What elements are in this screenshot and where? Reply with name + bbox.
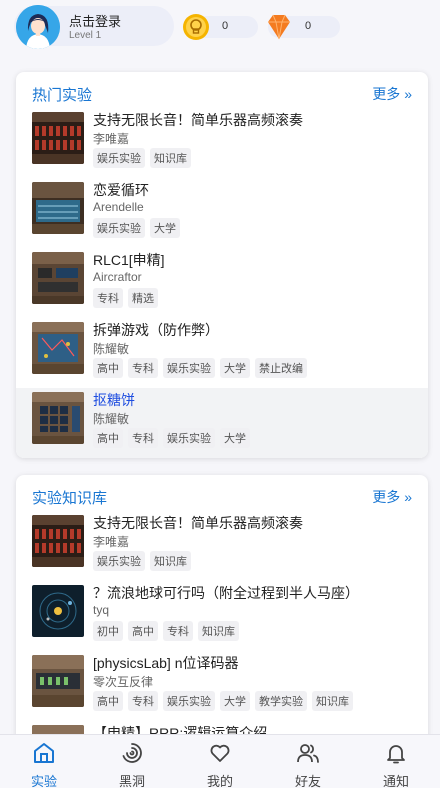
tag[interactable]: 专科 <box>128 691 158 711</box>
experiment-author: 李唯嘉 <box>93 132 130 146</box>
home-icon <box>34 743 54 763</box>
experiment-thumbnail <box>32 182 84 234</box>
section-title: 热门实验 <box>32 87 93 104</box>
experiment-thumbnail <box>32 322 84 374</box>
more-link[interactable]: 更多 » <box>372 487 412 507</box>
list-item[interactable]: [physicsLab] n位译码器 零次互反律 高中 专科 娱乐实验 大学 教… <box>16 651 428 721</box>
experiment-thumbnail <box>32 112 84 164</box>
experiment-thumbnail <box>32 392 84 444</box>
experiment-author: 陈耀敏 <box>93 342 130 356</box>
section-title: 实验知识库 <box>32 490 108 507</box>
tag[interactable]: 娱乐实验 <box>93 551 145 571</box>
experiment-thumbnail <box>32 252 84 304</box>
tag-list: 娱乐实验 大学 <box>93 218 180 238</box>
list-item[interactable]: 支持无限长音！简单乐器高频滚奏 李唯嘉 娱乐实验 知识库 <box>16 511 428 581</box>
nav-label: 我的 <box>206 774 233 788</box>
tag[interactable]: 娱乐实验 <box>163 428 215 448</box>
tag[interactable]: 知识库 <box>150 551 191 571</box>
heart-icon <box>210 744 230 762</box>
experiment-title: 抠糖饼 <box>93 392 135 408</box>
coin-count: 0 <box>222 20 229 32</box>
experiment-thumbnail <box>32 655 84 707</box>
experiment-title: ？流浪地球可行吗（附全过程到半人马座） <box>93 585 359 601</box>
tag[interactable]: 大学 <box>220 691 250 711</box>
tag[interactable]: 娱乐实验 <box>93 218 145 238</box>
tag-list: 高中 专科 娱乐实验 大学 禁止改编 <box>93 358 307 378</box>
friends-icon <box>297 744 319 763</box>
gem-count: 0 <box>305 20 312 32</box>
experiment-title: 支持无限长音！简单乐器高频滚奏 <box>93 112 303 128</box>
tag[interactable]: 精选 <box>128 288 158 308</box>
experiment-title: 拆弹游戏（防作弊） <box>93 322 219 338</box>
experiment-title: [physicsLab] n位译码器 <box>93 655 239 671</box>
tag-list: 专科 精选 <box>93 288 158 308</box>
experiment-title: 支持无限长音！简单乐器高频滚奏 <box>93 515 303 531</box>
experiment-title: RLC1[申精] <box>93 252 165 268</box>
tag-list: 娱乐实验 知识库 <box>93 551 191 571</box>
tag[interactable]: 知识库 <box>150 148 191 168</box>
tag[interactable]: 大学 <box>220 428 250 448</box>
nav-friends[interactable]: 好友 <box>264 735 352 788</box>
experiment-thumbnail <box>32 515 84 567</box>
bottom-navigation: 实验 黑洞 我的 好友 通知 <box>0 734 440 788</box>
experiment-author: 李唯嘉 <box>93 535 130 549</box>
tag[interactable]: 娱乐实验 <box>163 358 215 378</box>
nav-experiments[interactable]: 实验 <box>0 735 88 788</box>
list-item[interactable]: 支持无限长音！简单乐器高频滚奏 李唯嘉 娱乐实验 知识库 <box>16 108 428 178</box>
tag[interactable]: 禁止改编 <box>255 358 307 378</box>
list-item[interactable]: RLC1[申精] Aircraftor 专科 精选 <box>16 248 428 318</box>
experiment-author: 零次互反律 <box>93 675 154 689</box>
experiment-author: 陈耀敏 <box>93 412 130 426</box>
nav-blackhole[interactable]: 黑洞 <box>88 735 176 788</box>
tag[interactable]: 大学 <box>150 218 180 238</box>
avatar[interactable] <box>16 5 60 49</box>
tag[interactable]: 高中 <box>93 691 123 711</box>
experiment-author: tyq <box>93 603 110 617</box>
avatar-girl-icon <box>16 5 60 49</box>
nav-label: 好友 <box>294 774 321 788</box>
tag[interactable]: 专科 <box>163 621 193 641</box>
lightbulb-coin-icon <box>183 14 209 40</box>
blackhole-icon <box>122 743 142 763</box>
tag-list: 高中 专科 娱乐实验 大学 <box>93 428 250 448</box>
tag[interactable]: 大学 <box>220 358 250 378</box>
experiment-thumbnail <box>32 585 84 637</box>
tag[interactable]: 高中 <box>93 358 123 378</box>
tag-list: 娱乐实验 知识库 <box>93 148 191 168</box>
nav-label: 实验 <box>30 774 57 788</box>
experiment-author: Aircraftor <box>93 270 142 284</box>
experiment-author: Arendelle <box>93 200 144 214</box>
nav-mine[interactable]: 我的 <box>176 735 264 788</box>
tag[interactable]: 专科 <box>93 288 123 308</box>
tag[interactable]: 知识库 <box>198 621 239 641</box>
knowledge-base-card: 实验知识库 更多 » 支持无限长音！简单乐器高频滚奏 李唯嘉 娱乐实验 知识库 <box>16 475 428 745</box>
list-item-selected[interactable]: 抠糖饼 陈耀敏 高中 专科 娱乐实验 大学 <box>16 388 428 458</box>
tag[interactable]: 娱乐实验 <box>163 691 215 711</box>
user-level: Level 1 <box>69 30 102 41</box>
tag[interactable]: 专科 <box>128 358 158 378</box>
top-bar: 点击登录 Level 1 0 0 <box>0 0 440 56</box>
list-item[interactable]: ？流浪地球可行吗（附全过程到半人马座） tyq 初中 高中 专科 知识库 <box>16 581 428 651</box>
nav-label: 黑洞 <box>118 774 145 788</box>
tag[interactable]: 高中 <box>93 428 123 448</box>
experiment-title: 恋爱循环 <box>93 182 149 198</box>
more-link[interactable]: 更多 » <box>372 84 412 104</box>
diamond-icon <box>268 14 290 40</box>
tag[interactable]: 专科 <box>128 428 158 448</box>
tag[interactable]: 高中 <box>128 621 158 641</box>
list-item[interactable]: 拆弹游戏（防作弊） 陈耀敏 高中 专科 娱乐实验 大学 禁止改编 <box>16 318 428 388</box>
tag-list: 初中 高中 专科 知识库 <box>93 621 239 641</box>
nav-notifications[interactable]: 通知 <box>352 735 440 788</box>
tag[interactable]: 知识库 <box>312 691 353 711</box>
nav-label: 通知 <box>382 774 409 788</box>
tag[interactable]: 初中 <box>93 621 123 641</box>
login-title[interactable]: 点击登录 <box>69 11 121 30</box>
tag-list: 高中 专科 娱乐实验 大学 教学实验 知识库 <box>93 691 353 711</box>
list-item[interactable]: 恋爱循环 Arendelle 娱乐实验 大学 <box>16 178 428 248</box>
hot-experiments-card: 热门实验 更多 » 支持无限长音！简单乐器高频滚奏 李唯嘉 娱乐实验 知识库 恋… <box>16 72 428 458</box>
tag[interactable]: 教学实验 <box>255 691 307 711</box>
bell-icon <box>387 745 405 764</box>
tag[interactable]: 娱乐实验 <box>93 148 145 168</box>
